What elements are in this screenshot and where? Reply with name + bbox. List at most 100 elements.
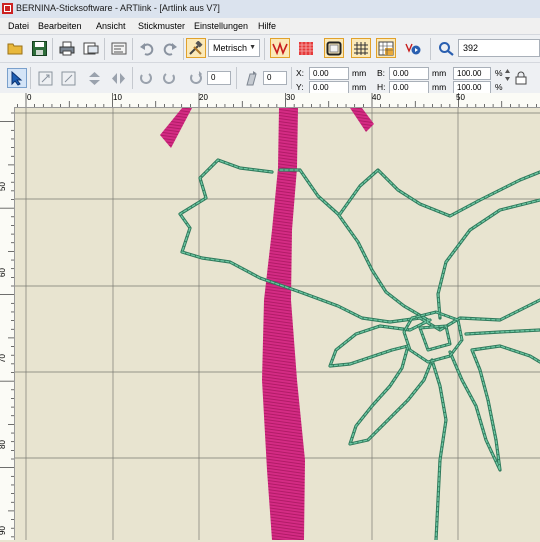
slant-button[interactable] bbox=[241, 68, 261, 88]
width-input[interactable]: 0.00 bbox=[389, 67, 429, 80]
rotate-free-button[interactable] bbox=[186, 68, 206, 88]
hoop-button[interactable] bbox=[324, 38, 344, 58]
ruler-top-label-0: 0 bbox=[27, 93, 32, 102]
menu-ansicht[interactable]: Ansicht bbox=[96, 21, 126, 31]
magnifier-icon bbox=[439, 41, 454, 56]
flower-outline bbox=[178, 158, 540, 540]
print-button[interactable] bbox=[57, 38, 77, 58]
menu-einstellungen[interactable]: Einstellungen bbox=[194, 21, 248, 31]
mirror-vertical-button[interactable] bbox=[84, 68, 104, 88]
open-folder-button[interactable] bbox=[5, 38, 25, 58]
proportional-lock-button[interactable] bbox=[512, 69, 530, 87]
show-stitches-button[interactable] bbox=[270, 38, 290, 58]
rotate-icon bbox=[190, 70, 202, 84]
print-preview-icon bbox=[83, 42, 99, 54]
print-preview-button[interactable] bbox=[81, 38, 101, 58]
grid-button[interactable] bbox=[351, 38, 371, 58]
height-unit: mm bbox=[432, 82, 447, 92]
fill-pattern-button[interactable] bbox=[296, 38, 316, 58]
zoom-select[interactable]: 392 bbox=[458, 39, 540, 57]
menu-stickmuster[interactable]: Stickmuster bbox=[138, 21, 185, 31]
undo-icon bbox=[140, 42, 154, 56]
save-button[interactable] bbox=[29, 38, 49, 58]
fabric-grid-button[interactable] bbox=[376, 38, 396, 58]
hammer-wrench-icon bbox=[189, 40, 203, 55]
arrow-cursor-icon bbox=[11, 70, 23, 86]
menu-bar: Datei Bearbeiten Ansicht Stickmuster Ein… bbox=[0, 18, 540, 34]
x-label: X: bbox=[296, 68, 305, 78]
fabric-grid-icon bbox=[378, 41, 394, 55]
fill-pattern-icon bbox=[299, 41, 313, 55]
flower-center-outline bbox=[402, 310, 464, 364]
window-title: BERNINA-Sticksoftware - ARTlink - [Artli… bbox=[16, 3, 220, 13]
ruler-left-label-70: 70 bbox=[0, 354, 7, 363]
mirror-horizontal-icon bbox=[111, 72, 125, 84]
width-label: B: bbox=[377, 68, 386, 78]
redo-button[interactable] bbox=[160, 38, 180, 58]
hoop-icon bbox=[326, 41, 342, 55]
rotate-right-45-button[interactable] bbox=[159, 68, 179, 88]
stitch-player-button[interactable] bbox=[403, 38, 423, 58]
height-label: H: bbox=[377, 82, 386, 92]
ruler-top-label-50: 50 bbox=[456, 93, 465, 102]
units-select-value: Metrisch bbox=[213, 43, 248, 53]
main-toolbar: Metrisch ▼ 392 bbox=[0, 34, 540, 63]
vertical-ruler: 50 60 70 80 90 bbox=[0, 107, 15, 540]
width-unit: mm bbox=[432, 68, 447, 78]
chevron-down-icon: ▼ bbox=[249, 44, 256, 51]
zigzag-stitch-icon bbox=[272, 40, 288, 55]
stem-right-stub bbox=[350, 108, 374, 132]
menu-bearbeiten[interactable]: Bearbeiten bbox=[38, 21, 82, 31]
mirror-vertical-icon bbox=[88, 71, 100, 85]
ruler-top-label-10: 10 bbox=[113, 93, 122, 102]
vertical-ruler-ticks bbox=[0, 112, 14, 538]
resize-tool-button[interactable] bbox=[35, 68, 55, 88]
ruler-top-label-20: 20 bbox=[199, 93, 208, 102]
width-percent-unit: % bbox=[495, 68, 503, 78]
horizontal-ruler: 0 10 20 30 40 50 bbox=[0, 93, 540, 108]
printer-icon bbox=[59, 41, 75, 55]
tools-button[interactable] bbox=[186, 38, 206, 58]
rotate-right-icon bbox=[163, 72, 175, 84]
ruler-left-label-50: 50 bbox=[0, 182, 7, 191]
ruler-left-label-60: 60 bbox=[0, 268, 7, 277]
transform-icon bbox=[61, 71, 75, 85]
x-position-input[interactable]: 0.00 bbox=[309, 67, 349, 80]
tools-toolbar: 45 45 0 0 X: 0.00 mm Y: 0.00 mm B: 0.00 … bbox=[0, 62, 540, 150]
lock-icon bbox=[515, 71, 527, 85]
mirror-horizontal-button[interactable] bbox=[108, 68, 128, 88]
menu-hilfe[interactable]: Hilfe bbox=[258, 21, 276, 31]
select-tool-button[interactable] bbox=[7, 68, 27, 88]
grid-icon bbox=[354, 41, 368, 55]
menu-datei[interactable]: Datei bbox=[8, 21, 29, 31]
width-percent-input[interactable]: 100.00 bbox=[453, 67, 491, 80]
units-select[interactable]: Metrisch ▼ bbox=[208, 39, 260, 57]
transform-tool-button[interactable] bbox=[58, 68, 78, 88]
zoom-value: 392 bbox=[463, 43, 479, 53]
play-stitch-icon bbox=[405, 43, 421, 54]
ruler-left-label-80: 80 bbox=[0, 440, 7, 449]
y-label: Y: bbox=[296, 82, 304, 92]
spin-arrows-icon[interactable] bbox=[504, 68, 511, 82]
zoom-button[interactable] bbox=[436, 38, 456, 58]
app-icon bbox=[2, 3, 13, 14]
height-percent-unit: % bbox=[495, 82, 503, 92]
rotate-left-icon bbox=[140, 72, 152, 84]
slant-value-input[interactable]: 0 bbox=[263, 71, 287, 85]
rotate-left-45-button[interactable] bbox=[136, 68, 156, 88]
floppy-disk-icon bbox=[31, 40, 47, 56]
ruler-top-label-40: 40 bbox=[372, 93, 381, 102]
rotation-angle-input[interactable]: 0 bbox=[207, 71, 231, 85]
y-unit: mm bbox=[352, 82, 367, 92]
undo-button[interactable] bbox=[137, 38, 157, 58]
x-unit: mm bbox=[352, 68, 367, 78]
ruler-left-label-90: 90 bbox=[0, 526, 7, 535]
folder-icon bbox=[7, 43, 23, 55]
design-properties-button[interactable] bbox=[109, 38, 129, 58]
design-canvas[interactable] bbox=[15, 108, 540, 540]
title-bar: BERNINA-Sticksoftware - ARTlink - [Artli… bbox=[0, 0, 540, 19]
embroidery-design bbox=[15, 108, 540, 540]
properties-icon bbox=[111, 42, 127, 54]
slant-icon bbox=[246, 70, 257, 85]
ruler-top-label-30: 30 bbox=[286, 93, 295, 102]
